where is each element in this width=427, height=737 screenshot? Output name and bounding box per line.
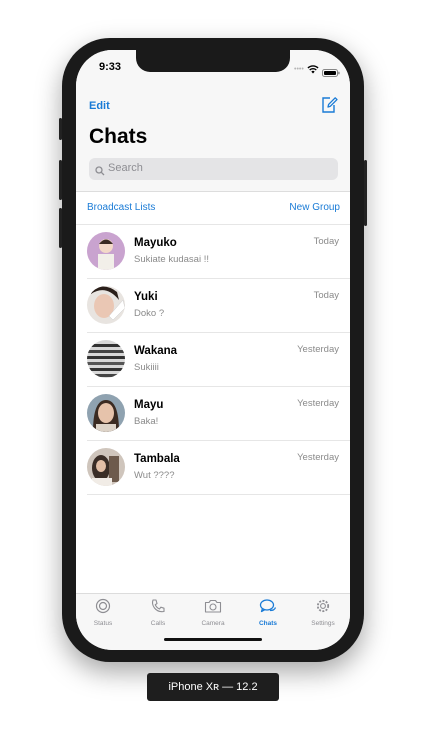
- chat-preview: Sukiiii: [134, 362, 159, 373]
- chat-time: Today: [313, 236, 339, 247]
- chat-preview: Wut ????: [134, 470, 175, 481]
- camera-icon: [204, 599, 222, 613]
- volume-up-button: [59, 160, 62, 200]
- chat-preview: Baka!: [134, 416, 159, 427]
- chat-preview: Doko ?: [134, 308, 165, 319]
- power-button: [364, 160, 367, 226]
- chat-time: Yesterday: [297, 398, 339, 409]
- chat-name: Mayu: [134, 399, 164, 411]
- search-placeholder: Search: [108, 162, 143, 174]
- tab-camera[interactable]: Camera: [186, 598, 240, 627]
- chat-row[interactable]: Mayuko Sukiate kudasai !! Today: [87, 225, 350, 279]
- search-icon: [95, 163, 105, 181]
- notch: [136, 50, 290, 72]
- broadcast-lists-link[interactable]: Broadcast Lists: [87, 202, 155, 213]
- chat-list: Mayuko Sukiate kudasai !! Today Yuki Dok…: [76, 225, 350, 495]
- chat-row[interactable]: Yuki Doko ? Today: [87, 279, 350, 333]
- phone-icon: [151, 599, 165, 613]
- chats-header: Edit Chats Search: [76, 80, 350, 192]
- list-actions: Broadcast Lists New Group: [76, 192, 350, 225]
- chat-bubbles-icon: [259, 599, 277, 613]
- chat-row[interactable]: Mayu Baka! Yesterday: [87, 387, 350, 441]
- avatar: [87, 394, 125, 432]
- chat-row[interactable]: Tambala Wut ???? Yesterday: [87, 441, 350, 495]
- avatar: [87, 448, 125, 486]
- mute-switch: [59, 118, 62, 140]
- tab-calls[interactable]: Calls: [131, 598, 185, 627]
- phone-frame: 9:33 •••• Edit Chats Search Broadcast Li…: [59, 38, 367, 662]
- avatar: [87, 232, 125, 270]
- tab-label: Chats: [258, 620, 278, 627]
- chat-preview: Sukiate kudasai !!: [134, 254, 209, 265]
- tab-label: Settings: [311, 620, 335, 627]
- page-title: Chats: [89, 125, 148, 148]
- avatar: [87, 286, 125, 324]
- chat-name: Tambala: [134, 453, 180, 465]
- tab-chats[interactable]: Chats: [241, 598, 295, 627]
- avatar: [87, 340, 125, 378]
- tab-label: Status: [93, 620, 113, 627]
- stage: 9:33 •••• Edit Chats Search Broadcast Li…: [0, 0, 427, 737]
- chat-time: Yesterday: [297, 452, 339, 463]
- chat-name: Mayuko: [134, 237, 177, 249]
- status-icon: [95, 598, 111, 614]
- chat-time: Yesterday: [297, 344, 339, 355]
- search-input[interactable]: Search: [89, 158, 338, 180]
- new-group-link[interactable]: New Group: [289, 202, 340, 213]
- status-time: 9:33: [99, 61, 122, 73]
- chat-name: Yuki: [134, 291, 158, 303]
- signal-icon: ••••: [294, 66, 304, 73]
- tab-label: Camera: [201, 620, 225, 627]
- chat-time: Today: [313, 290, 339, 301]
- compose-icon[interactable]: [320, 96, 338, 119]
- tab-status[interactable]: Status: [76, 598, 130, 627]
- chat-name: Wakana: [134, 345, 178, 357]
- gear-icon: [316, 599, 330, 613]
- screen: 9:33 •••• Edit Chats Search Broadcast Li…: [76, 50, 350, 650]
- volume-down-button: [59, 208, 62, 248]
- tab-bar: Status Calls Camera Chats Settings: [76, 593, 350, 650]
- chat-row[interactable]: Wakana Sukiiii Yesterday: [87, 333, 350, 387]
- tab-settings[interactable]: Settings: [296, 598, 350, 627]
- edit-button[interactable]: Edit: [89, 100, 110, 112]
- device-caption: iPhone Xʀ — 12.2: [147, 673, 279, 701]
- tab-label: Calls: [150, 620, 166, 627]
- home-indicator[interactable]: [164, 638, 262, 641]
- wifi-icon: [307, 61, 319, 79]
